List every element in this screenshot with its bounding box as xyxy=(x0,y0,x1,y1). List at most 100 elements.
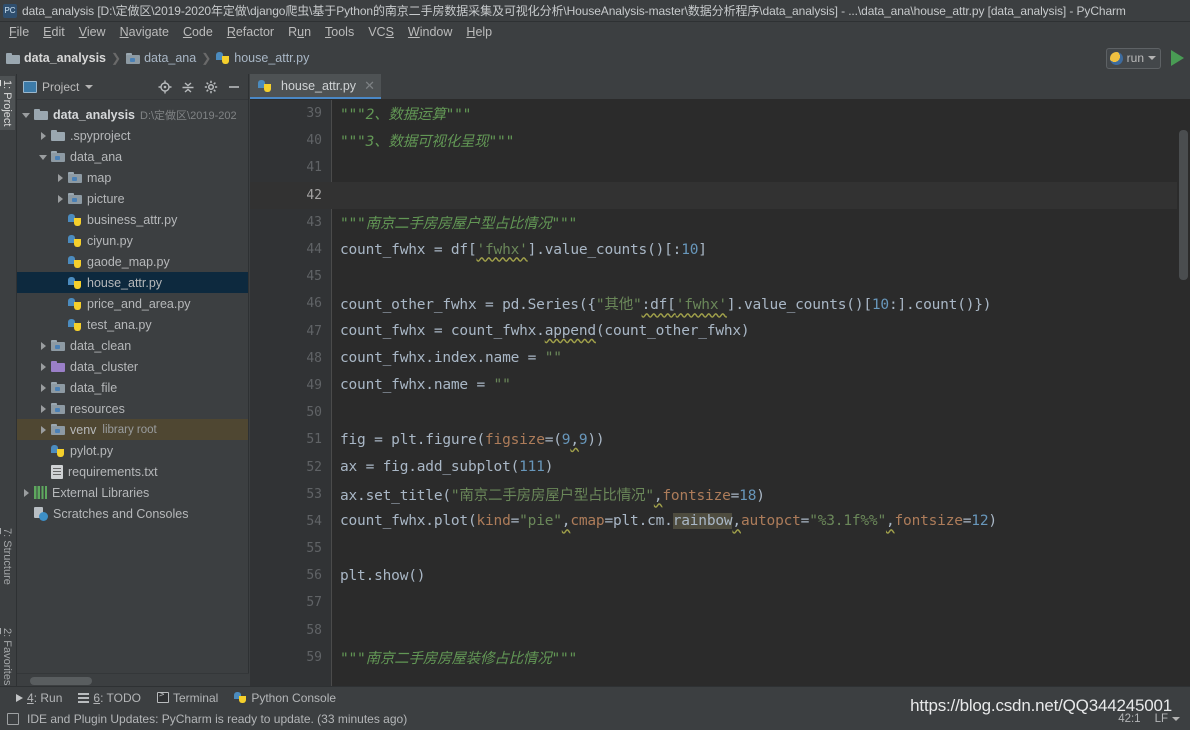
menu-navigate[interactable]: Navigate xyxy=(113,24,176,40)
code-line[interactable]: 52 ax = fig.add_subplot(111) xyxy=(250,453,1190,480)
editor-tab-house-attr[interactable]: house_attr.py ✕ xyxy=(250,74,381,99)
chevron-down-icon[interactable] xyxy=(21,109,33,121)
sidebar-tab-project[interactable]: 1: Project xyxy=(0,76,15,131)
menu-code[interactable]: Code xyxy=(176,24,220,40)
menu-refactor[interactable]: Refactor xyxy=(220,24,281,40)
sidebar-tab-structure[interactable]: 7: Structure xyxy=(0,524,15,589)
chevron-right-icon[interactable] xyxy=(38,382,50,394)
menu-edit[interactable]: Edit xyxy=(36,24,72,40)
tree-row[interactable]: requirements.txt xyxy=(17,461,248,482)
code-line[interactable]: 56 plt.show() xyxy=(250,562,1190,589)
editor-vertical-scrollbar[interactable] xyxy=(1177,100,1190,686)
code-lines[interactable]: 39 """2、数据运算""" 40 """3、数据可视化呈现""" 41 42 43 """… xyxy=(250,100,1190,686)
code-line[interactable]: 57 xyxy=(250,589,1190,616)
tool-window-todo[interactable]: 6: TODO xyxy=(78,691,141,705)
tree-row[interactable]: data_file xyxy=(17,377,248,398)
tree-row[interactable]: picture xyxy=(17,188,248,209)
code-line[interactable]: 49 count_fwhx.name = "" xyxy=(250,372,1190,399)
line-separator-label: LF xyxy=(1154,713,1168,725)
event-log-icon[interactable] xyxy=(7,713,19,725)
code-line[interactable]: 53 ax.set_title("南京二手房房屋户型占比情况",fontsize=… xyxy=(250,481,1190,508)
chevron-down-icon[interactable] xyxy=(85,84,94,89)
code-line[interactable]: 42 xyxy=(250,181,1190,209)
menu-run[interactable]: Run xyxy=(281,24,318,40)
tree-row[interactable]: business_attr.py xyxy=(17,209,248,230)
breadcrumb-item-file[interactable]: house_attr.py xyxy=(216,51,309,65)
run-play-icon[interactable] xyxy=(1171,50,1184,66)
tree-row[interactable]: ciyun.py xyxy=(17,230,248,251)
tree-row[interactable]: Scratches and Consoles xyxy=(17,503,248,524)
menu-vcs[interactable]: VCS xyxy=(361,24,401,40)
code-line[interactable]: 51 fig = plt.figure(figsize=(9,9)) xyxy=(250,426,1190,453)
tool-window-python-console[interactable]: Python Console xyxy=(234,691,336,705)
locate-icon[interactable] xyxy=(158,80,172,94)
chevron-right-icon[interactable] xyxy=(38,340,50,352)
tool-window-terminal[interactable]: Terminal xyxy=(156,690,218,705)
scrollbar-thumb[interactable] xyxy=(1179,130,1188,280)
tree-row[interactable]: map xyxy=(17,167,248,188)
chevron-right-icon[interactable] xyxy=(55,172,67,184)
scrollbar-thumb[interactable] xyxy=(30,677,92,685)
menu-help[interactable]: Help xyxy=(459,24,499,40)
tree-row[interactable]: venv library root xyxy=(17,419,248,440)
menu-view[interactable]: View xyxy=(72,24,113,40)
tree-row[interactable]: data_analysis D:\定做区\2019-202 xyxy=(17,104,248,125)
code-line[interactable]: 54 count_fwhx.plot(kind="pie",cmap=plt.cm… xyxy=(250,508,1190,535)
code-line[interactable]: 46 count_other_fwhx = pd.Series({"其他":df[… xyxy=(250,290,1190,317)
chevron-right-icon[interactable] xyxy=(38,424,50,436)
tree-row[interactable]: External Libraries xyxy=(17,482,248,503)
code-line[interactable]: 44 count_fwhx = df['fwhx'].value_counts()… xyxy=(250,236,1190,263)
code-line[interactable]: 50 xyxy=(250,399,1190,426)
menu-window[interactable]: Window xyxy=(401,24,459,40)
collapse-all-icon[interactable] xyxy=(181,80,195,94)
menu-tools[interactable]: Tools xyxy=(318,24,361,40)
pycharm-icon: PC xyxy=(3,3,17,18)
menu-file[interactable]: File xyxy=(2,24,36,40)
breadcrumb-item-data-ana[interactable]: data_ana xyxy=(126,51,196,65)
code-line[interactable]: 40 """3、数据可视化呈现""" xyxy=(250,127,1190,154)
tree-row[interactable]: price_and_area.py xyxy=(17,293,248,314)
code-line[interactable]: 39 """2、数据运算""" xyxy=(250,100,1190,127)
code-token: fontsize xyxy=(662,487,731,504)
project-tree[interactable]: data_analysis D:\定做区\2019-202 .spyproject d… xyxy=(17,100,248,672)
run-configuration-selector[interactable]: run xyxy=(1105,47,1161,69)
code-line[interactable]: 41 xyxy=(250,154,1190,181)
caret-position[interactable]: 42:1 xyxy=(1118,713,1140,725)
line-number: 59 xyxy=(306,649,322,665)
tree-row[interactable]: data_cluster xyxy=(17,356,248,377)
tree-row[interactable]: house_attr.py xyxy=(17,272,248,293)
chevron-down-icon[interactable] xyxy=(38,151,50,163)
code-line[interactable]: 58 xyxy=(250,617,1190,644)
code-line[interactable]: 48 count_fwhx.index.name = "" xyxy=(250,345,1190,372)
tree-row[interactable]: data_ana xyxy=(17,146,248,167)
status-message[interactable]: IDE and Plugin Updates: PyCharm is ready… xyxy=(27,712,407,726)
chevron-right-icon[interactable] xyxy=(38,361,50,373)
chevron-right-icon[interactable] xyxy=(38,403,50,415)
tree-row[interactable]: pylot.py xyxy=(17,440,248,461)
code-line[interactable]: 47 count_fwhx = count_fwhx.append(count_o… xyxy=(250,318,1190,345)
breadcrumb-item-project[interactable]: data_analysis xyxy=(6,51,106,65)
code-line[interactable]: 59 """南京二手房房屋装修占比情况""" xyxy=(250,644,1190,671)
code-line[interactable]: 55 xyxy=(250,535,1190,562)
code-editor[interactable]: 39 """2、数据运算""" 40 """3、数据可视化呈现""" 41 42 43 """… xyxy=(250,100,1190,686)
sidebar-tab-favorites[interactable]: 2: Favorites xyxy=(0,624,15,689)
gear-icon[interactable] xyxy=(204,80,218,94)
project-horizontal-scrollbar[interactable] xyxy=(17,673,249,686)
code-line[interactable]: 43 """南京二手房房屋户型占比情况""" xyxy=(250,209,1190,236)
tree-row[interactable]: gaode_map.py xyxy=(17,251,248,272)
chevron-right-icon[interactable] xyxy=(55,193,67,205)
tree-row[interactable]: .spyproject xyxy=(17,125,248,146)
line-separator-selector[interactable]: LF xyxy=(1155,713,1180,725)
chevron-right-icon[interactable] xyxy=(38,130,50,142)
tool-window-run[interactable]: 4: Run xyxy=(16,691,62,705)
line-number: 39 xyxy=(306,106,322,122)
close-icon[interactable]: ✕ xyxy=(364,78,375,94)
tree-row[interactable]: data_clean xyxy=(17,335,248,356)
tree-row[interactable]: resources xyxy=(17,398,248,419)
tree-row[interactable]: test_ana.py xyxy=(17,314,248,335)
code-line[interactable]: 45 xyxy=(250,263,1190,290)
hide-icon[interactable] xyxy=(227,80,241,94)
code-token: count_fwhx = count_fwhx. xyxy=(340,323,545,340)
chevron-right-icon[interactable] xyxy=(21,487,33,499)
